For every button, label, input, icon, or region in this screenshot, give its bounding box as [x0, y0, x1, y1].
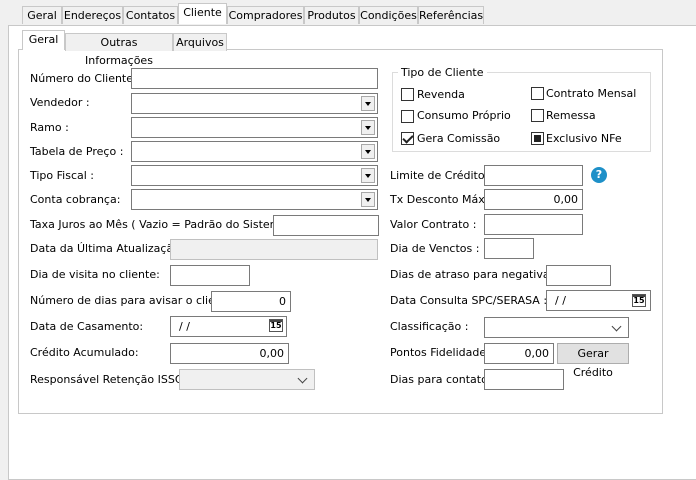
credito-acumulado-label: Crédito Acumulado:	[30, 346, 139, 359]
responsavel-issqn-label: Responsável Retenção ISSQN	[30, 373, 192, 386]
exclusivo-nfe-checkbox[interactable]	[531, 132, 544, 145]
dias-atraso-input[interactable]	[546, 265, 611, 286]
dia-visita-label: Dia de visita no cliente:	[30, 268, 160, 281]
valor-contrato-input[interactable]	[484, 214, 583, 235]
taxa-juros-label: Taxa Juros ao Mês ( Vazio = Padrão do Si…	[30, 218, 299, 231]
contrato-mensal-label: Contrato Mensal	[546, 87, 637, 100]
gerar-credito-button[interactable]: Gerar Crédito	[557, 343, 629, 379]
valor-contrato-label: Valor Contrato :	[390, 218, 477, 231]
dias-contato-input[interactable]	[484, 369, 564, 390]
tx-desconto-input[interactable]: 0,00	[484, 189, 583, 210]
numero-cliente-label: Número do Cliente :	[30, 72, 141, 85]
data-casamento-label: Data de Casamento:	[30, 320, 144, 333]
dias-atraso-label: Dias de atraso para negativar :	[390, 268, 562, 281]
revenda-checkbox[interactable]	[401, 88, 414, 101]
calendar-icon[interactable]: 15	[632, 294, 646, 307]
data-spc-label: Data Consulta SPC/SERASA :	[390, 294, 548, 307]
responsavel-issqn-combo[interactable]	[179, 369, 315, 390]
numero-cliente-input[interactable]	[131, 68, 378, 89]
chevron-down-icon[interactable]	[361, 192, 375, 207]
limite-credito-input[interactable]	[484, 165, 583, 186]
help-icon[interactable]: ?	[591, 167, 607, 183]
gera-comissao-checkbox[interactable]	[401, 132, 414, 145]
conta-cobranca-select[interactable]	[131, 189, 378, 210]
limite-credito-label: Limite de Crédito :	[390, 169, 492, 182]
tipo-fiscal-label: Tipo Fiscal :	[30, 169, 95, 182]
vendedor-select[interactable]	[131, 93, 378, 114]
vendedor-label: Vendedor :	[30, 96, 90, 109]
data-ultima-atualizacao-field	[170, 239, 378, 260]
consumo-proprio-label: Consumo Próprio	[417, 109, 511, 122]
tipo-fiscal-select[interactable]	[131, 165, 378, 186]
gera-comissao-label: Gera Comissão	[417, 132, 501, 145]
exclusivo-nfe-label: Exclusivo NFe	[546, 132, 622, 145]
chevron-down-icon[interactable]	[361, 144, 375, 159]
data-casamento-value: / /	[179, 320, 190, 333]
ramo-select[interactable]	[131, 117, 378, 138]
credito-acumulado-input[interactable]: 0,00	[170, 343, 289, 364]
taxa-juros-input[interactable]	[273, 215, 379, 236]
chevron-down-icon[interactable]	[361, 120, 375, 135]
classificacao-label: Classificação :	[390, 320, 469, 333]
chevron-down-icon[interactable]	[611, 321, 622, 332]
tipo-cliente-title: Tipo de Cliente	[398, 66, 487, 80]
calendar-icon[interactable]: 15	[269, 319, 283, 332]
data-spc-value: / /	[555, 294, 566, 307]
conta-cobranca-label: Conta cobrança:	[30, 193, 121, 206]
contrato-mensal-checkbox[interactable]	[531, 87, 544, 100]
classificacao-combo[interactable]	[484, 317, 629, 338]
tabela-preco-label: Tabela de Preço :	[30, 145, 124, 158]
dia-venctos-input[interactable]	[484, 238, 534, 259]
chevron-down-icon[interactable]	[297, 373, 308, 384]
dia-visita-input[interactable]	[170, 265, 250, 286]
chevron-down-icon[interactable]	[361, 168, 375, 183]
revenda-label: Revenda	[417, 88, 465, 101]
num-dias-avisar-label: Número de dias para avisar o cliente:	[30, 294, 237, 307]
dia-venctos-label: Dia de Venctos :	[390, 242, 480, 255]
tx-desconto-label: Tx Desconto Máx :	[390, 193, 492, 206]
tabela-preco-select[interactable]	[131, 141, 378, 162]
pontos-fidelidade-label: Pontos Fidelidade :	[390, 346, 494, 359]
consumo-proprio-checkbox[interactable]	[401, 110, 414, 123]
chevron-down-icon[interactable]	[361, 96, 375, 111]
num-dias-avisar-input[interactable]: 0	[211, 291, 291, 312]
data-ultima-atualizacao-label: Data da Última Atualização:	[30, 242, 184, 255]
remessa-checkbox[interactable]	[531, 109, 544, 122]
ramo-label: Ramo :	[30, 121, 69, 134]
pontos-fidelidade-input[interactable]: 0,00	[484, 343, 554, 364]
remessa-label: Remessa	[546, 109, 596, 122]
dias-contato-label: Dias para contato:	[390, 373, 492, 386]
